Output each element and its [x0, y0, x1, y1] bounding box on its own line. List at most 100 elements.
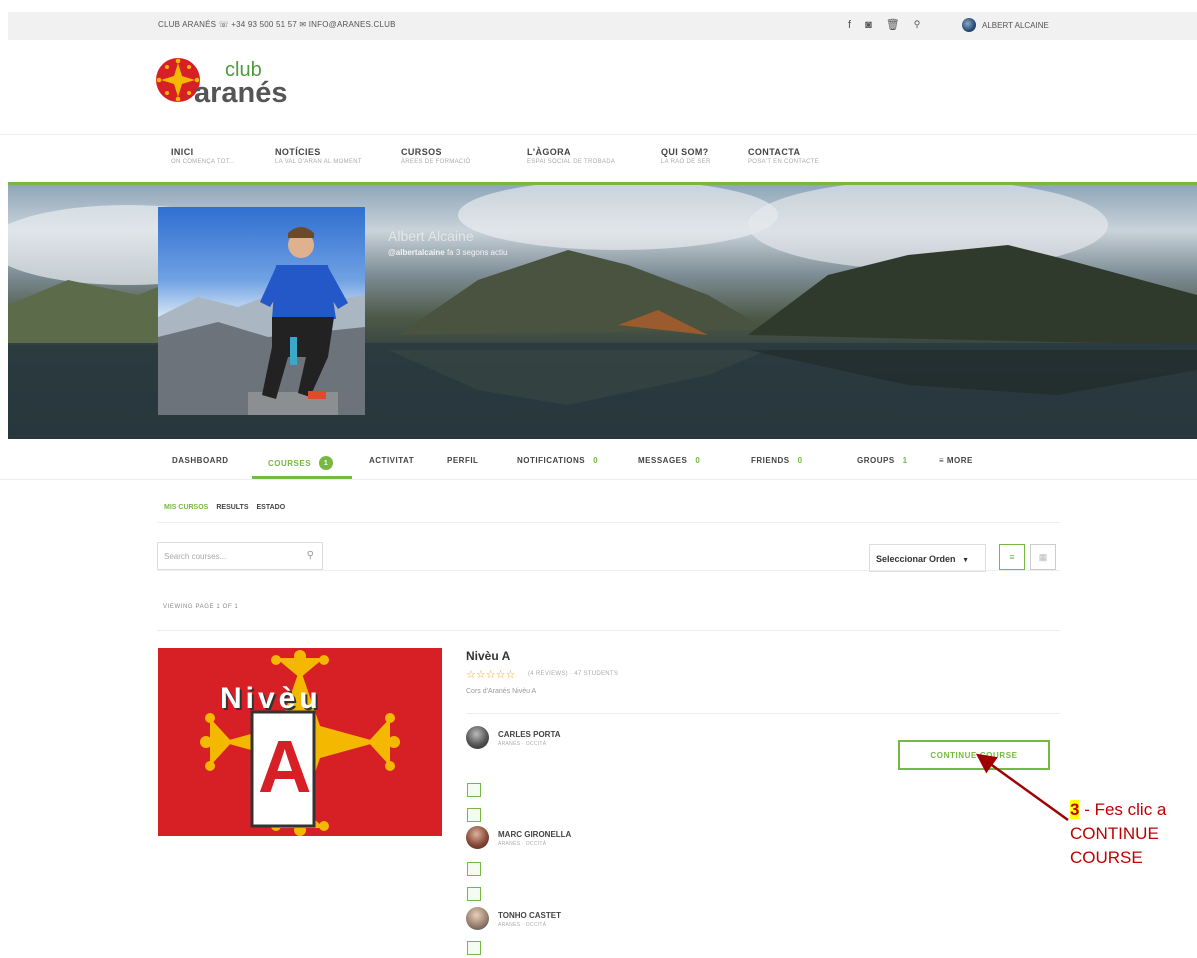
- nav-item-agora[interactable]: L'ÀGORA ESPAI SOCIAL DE TROBADA: [527, 147, 615, 165]
- annotation-callout: 3 - Fes clic a CONTINUE COURSE: [1070, 798, 1197, 870]
- profile-active-time: fa 3 segons actiu: [446, 248, 508, 257]
- nav-item-cursos[interactable]: CURSOS ÀREES DE FORMACIÓ: [401, 147, 470, 165]
- avatar: [466, 907, 489, 930]
- course-subtabs: MIS CURSOS RESULTS ESTADO: [164, 504, 285, 511]
- profile-tabs: DASHBOARD COURSES 1 ACTIVITAT PERFIL NOTI…: [0, 444, 1197, 480]
- instructor-location: ARANÉS · OCCITÀ: [498, 741, 547, 747]
- nav-subtitle: LA RAÓ DE SER: [661, 159, 711, 165]
- checkbox-icon[interactable]: [467, 783, 481, 797]
- checkbox-icon[interactable]: [467, 808, 481, 822]
- instructor[interactable]: MARC GIRONELLA ARANÉS · OCCITÀ: [466, 826, 571, 849]
- site-logo[interactable]: club aranés: [155, 57, 355, 117]
- instructor-name: MARC GIRONELLA: [498, 830, 572, 839]
- checkbox-icon[interactable]: [467, 862, 481, 876]
- logo-text-aranes: aranés: [194, 77, 288, 109]
- profile-name: Albert Alcaine: [388, 228, 474, 244]
- instructor-name: CARLES PORTA: [498, 730, 561, 739]
- thumb-word: Nivèu: [220, 682, 322, 715]
- instructor[interactable]: CARLES PORTA ARANÉS · OCCITÀ: [466, 726, 561, 749]
- nav-subtitle: ON COMENÇA TOT...: [171, 159, 235, 165]
- tab-activitat[interactable]: ACTIVITAT: [369, 456, 414, 465]
- course-reviews: (4 REVIEWS) · 47 STUDENTS: [528, 671, 619, 677]
- instructor-name: TONHO CASTET: [498, 911, 561, 920]
- tab-dashboard[interactable]: DASHBOARD: [172, 456, 229, 465]
- subtab-results[interactable]: RESULTS: [216, 504, 248, 511]
- instructor[interactable]: TONHO CASTET ARANÉS · OCCITÀ: [466, 907, 561, 930]
- divider: [466, 713, 1060, 714]
- chevron-down-icon: ▼: [962, 557, 969, 564]
- search-input[interactable]: Search courses... ⚲: [157, 542, 323, 570]
- nav-title: CURSOS: [401, 147, 442, 157]
- tab-perfil[interactable]: PERFIL: [447, 456, 478, 465]
- tab-label: PERFIL: [447, 456, 479, 465]
- user-menu[interactable]: ALBERT ALCAINE: [962, 18, 1049, 32]
- nav-item-inici[interactable]: INICI ON COMENÇA TOT...: [171, 147, 235, 165]
- nav-title: INICI: [171, 147, 194, 157]
- main-nav: INICI ON COMENÇA TOT... NOTÍCIES LA VAL D'…: [0, 134, 1197, 183]
- tab-label: NOTIFICATIONS: [517, 456, 586, 465]
- tab-count: 1: [902, 456, 908, 465]
- user-name: ALBERT ALCAINE: [982, 20, 1049, 30]
- nav-title: CONTACTA: [748, 147, 801, 157]
- facebook-icon[interactable]: f: [848, 19, 851, 31]
- top-bar: CLUB ARANÉS ☏ +34 93 500 51 57 ✉ INFO@AR…: [8, 12, 1197, 40]
- instagram-icon[interactable]: ◙: [865, 19, 872, 31]
- divider: [157, 570, 1060, 571]
- thumb-letter: A: [258, 725, 312, 808]
- search-icon[interactable]: ⚲: [307, 550, 314, 561]
- nav-item-qui-som[interactable]: QUI SOM? LA RAÓ DE SER: [661, 147, 711, 165]
- pagination-info: VIEWING PAGE 1 OF 1: [163, 604, 239, 610]
- active-tab-indicator: [252, 476, 352, 479]
- grid-icon: ▦: [1038, 551, 1048, 562]
- avatar: [466, 826, 489, 849]
- nav-subtitle: POSA'T EN CONTACTE: [748, 159, 819, 165]
- subtab-mis-cursos[interactable]: MIS CURSOS: [164, 504, 208, 511]
- tab-label: DASHBOARD: [172, 456, 229, 465]
- tab-groups[interactable]: GROUPS 1: [857, 456, 908, 465]
- annotation-arrow: [975, 753, 1069, 822]
- profile-photo[interactable]: [158, 207, 365, 415]
- avatar: [466, 726, 489, 749]
- course-description: Cors d'Aranés Nivèu A: [466, 688, 537, 695]
- tab-friends[interactable]: FRIENDS 0: [751, 456, 803, 465]
- course-thumbnail[interactable]: Nivèu A: [158, 648, 442, 836]
- course-title[interactable]: Nivèu A: [466, 649, 510, 663]
- nav-title: L'ÀGORA: [527, 147, 571, 157]
- profile-handle-text[interactable]: @albertalcaine: [388, 248, 445, 257]
- annotation-text: - Fes clic a CONTINUE COURSE: [1070, 800, 1167, 867]
- tab-label: ACTIVITAT: [369, 456, 415, 465]
- tab-count: 1: [319, 456, 334, 470]
- nav-subtitle: ESPAI SOCIAL DE TROBADA: [527, 159, 616, 165]
- trash-icon[interactable]: 🗑: [886, 18, 900, 31]
- order-select-value: Seleccionar Orden: [876, 554, 956, 564]
- divider: [157, 630, 1060, 631]
- contact-info: CLUB ARANÉS ☏ +34 93 500 51 57 ✉ INFO@AR…: [158, 20, 396, 29]
- nav-item-contacta[interactable]: CONTACTA POSA'T EN CONTACTE: [748, 147, 819, 165]
- tab-count: 0: [695, 456, 701, 465]
- tab-more[interactable]: ≡ MORE: [939, 456, 973, 465]
- instructor-location: ARANÉS · OCCITÀ: [498, 841, 547, 847]
- tab-notifications[interactable]: NOTIFICATIONS 0: [517, 456, 598, 465]
- tab-label: ≡ MORE: [939, 456, 973, 465]
- tab-count: 0: [593, 456, 599, 465]
- list-view-button[interactable]: ≡: [999, 544, 1025, 570]
- tab-messages[interactable]: MESSAGES 0: [638, 456, 700, 465]
- profile-photo-image: [158, 227, 365, 415]
- social-icons: f ◙ 🗑 ⚲: [848, 18, 921, 32]
- profile-handle: @albertalcaine fa 3 segons actiu: [388, 248, 507, 257]
- subtab-estado[interactable]: ESTADO: [257, 504, 286, 511]
- grid-view-button[interactable]: ▦: [1030, 544, 1056, 570]
- tab-label: MESSAGES: [638, 456, 688, 465]
- tab-label: COURSES: [268, 458, 312, 468]
- tab-count: 0: [797, 456, 803, 465]
- nav-title: QUI SOM?: [661, 147, 709, 157]
- nav-item-noticies[interactable]: NOTÍCIES LA VAL D'ARAN AL MOMENT: [275, 147, 362, 165]
- checkbox-icon[interactable]: [467, 941, 481, 955]
- search-icon[interactable]: ⚲: [914, 19, 921, 30]
- order-select[interactable]: Seleccionar Orden ▼: [869, 544, 986, 572]
- checkbox-icon[interactable]: [467, 887, 481, 901]
- tab-courses[interactable]: COURSES 1: [268, 456, 334, 470]
- nav-title: NOTÍCIES: [275, 147, 321, 157]
- tab-label: FRIENDS: [751, 456, 790, 465]
- nav-subtitle: LA VAL D'ARAN AL MOMENT: [275, 159, 362, 165]
